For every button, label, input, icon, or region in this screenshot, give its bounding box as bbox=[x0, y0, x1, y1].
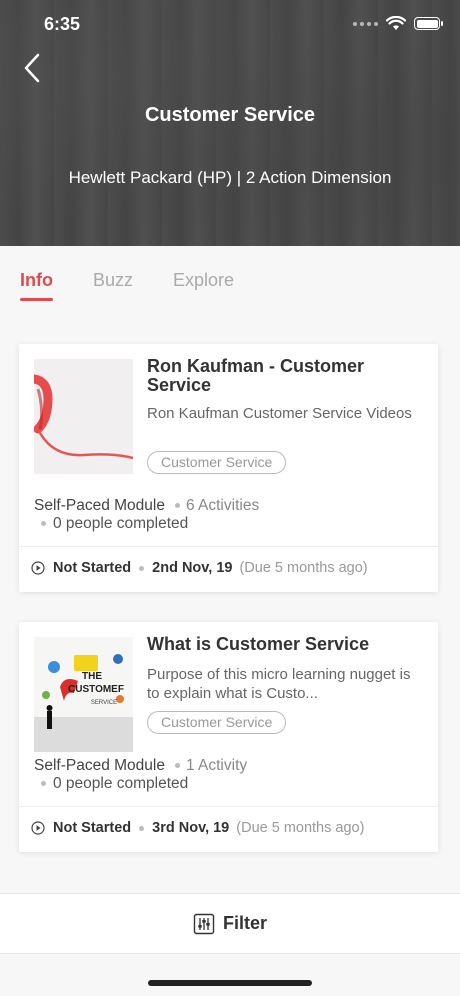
activity-count: 1 Activity bbox=[185, 757, 248, 774]
play-circle-icon bbox=[31, 821, 45, 835]
start-date: 2nd Nov, 19 bbox=[152, 560, 233, 576]
module-meta: Self-Paced Module 1 Activity bbox=[34, 757, 247, 775]
completion-meta: 0 people completed bbox=[41, 515, 188, 533]
category-tag: Customer Service bbox=[147, 711, 287, 734]
card-divider bbox=[19, 546, 438, 547]
due-text: (Due 5 months ago) bbox=[239, 560, 368, 576]
signal-icon bbox=[353, 21, 378, 26]
svg-text:CUSTOMEF: CUSTOMEF bbox=[68, 684, 124, 695]
completed-count: 0 people completed bbox=[53, 775, 189, 792]
filter-sliders-icon bbox=[193, 913, 215, 934]
card-description: Purpose of this micro learning nugget is… bbox=[147, 666, 411, 702]
card-title: Ron Kaufman - Customer Service bbox=[147, 356, 365, 395]
card-description: Ron Kaufman Customer Service Videos bbox=[147, 405, 412, 422]
play-circle-icon bbox=[31, 561, 45, 575]
svg-text:SERVICE: SERVICE bbox=[91, 700, 117, 706]
svg-text:THE: THE bbox=[82, 671, 102, 682]
status-text: Not Started bbox=[53, 560, 132, 576]
completion-meta: 0 people completed bbox=[41, 775, 188, 793]
back-button[interactable] bbox=[18, 50, 48, 86]
tab-bar: Info Buzz Explore bbox=[20, 270, 234, 301]
wifi-icon bbox=[386, 16, 406, 30]
card-divider bbox=[19, 806, 438, 807]
tab-info[interactable]: Info bbox=[20, 270, 53, 301]
module-meta: Self-Paced Module 6 Activities bbox=[34, 497, 259, 515]
customer-service-image-icon: THE CUSTOMEF SERVICE bbox=[34, 637, 133, 752]
start-date: 3rd Nov, 19 bbox=[152, 820, 230, 836]
status-row: Not Started 2nd Nov, 19 (Due 5 months ag… bbox=[31, 560, 368, 576]
status-icons bbox=[353, 16, 443, 31]
activity-count: 6 Activities bbox=[185, 497, 260, 514]
course-header: 6:35 Customer Service Hewlett Packard (H… bbox=[0, 0, 460, 246]
course-card[interactable]: THE CUSTOMEF SERVICE What is Customer Se… bbox=[19, 622, 438, 852]
filter-button[interactable]: Filter bbox=[0, 893, 460, 954]
course-thumbnail bbox=[34, 359, 133, 474]
telephone-image-icon bbox=[34, 359, 133, 474]
tab-buzz[interactable]: Buzz bbox=[93, 270, 133, 301]
module-type: Self-Paced Module bbox=[34, 497, 165, 514]
filter-label: Filter bbox=[222, 913, 267, 933]
completed-count: 0 people completed bbox=[53, 515, 189, 532]
tab-explore[interactable]: Explore bbox=[173, 270, 234, 301]
page-subtitle: Hewlett Packard (HP) | 2 Action Dimensio… bbox=[68, 168, 392, 187]
battery-icon bbox=[414, 17, 443, 30]
page-title: Customer Service bbox=[144, 104, 316, 126]
category-tag: Customer Service bbox=[147, 451, 287, 474]
status-text: Not Started bbox=[53, 820, 132, 836]
status-row: Not Started 3rd Nov, 19 (Due 5 months ag… bbox=[31, 820, 364, 836]
course-card[interactable]: Ron Kaufman - Customer Service Ron Kaufm… bbox=[19, 344, 438, 592]
course-thumbnail: THE CUSTOMEF SERVICE bbox=[34, 637, 133, 752]
card-title: What is Customer Service bbox=[147, 634, 370, 654]
module-type: Self-Paced Module bbox=[34, 757, 165, 774]
home-indicator[interactable] bbox=[148, 980, 312, 986]
due-text: (Due 5 months ago) bbox=[236, 820, 365, 836]
status-time: 6:35 bbox=[44, 14, 81, 34]
